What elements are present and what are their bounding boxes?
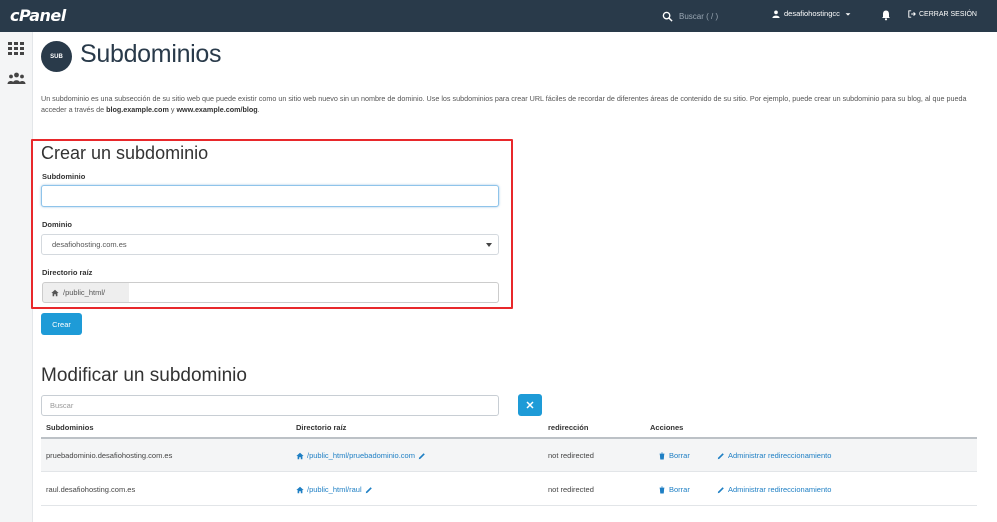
row-docroot-link[interactable]: /public_html/pruebadominio.com: [296, 451, 426, 460]
pencil-icon: [365, 486, 372, 493]
bell-icon[interactable]: [880, 9, 892, 21]
pencil-icon: [717, 486, 724, 493]
cpanel-logo[interactable]: cPanel: [10, 6, 66, 25]
manage-redirect-label: Administrar redireccionamiento: [728, 451, 832, 460]
manage-redirect-link[interactable]: Administrar redireccionamiento: [717, 485, 831, 494]
table-row: [41, 473, 977, 506]
intro-example-2: www.example.com/blog: [176, 105, 258, 114]
search-icon: [662, 11, 673, 22]
user-icon: [772, 10, 780, 18]
global-search[interactable]: [654, 4, 752, 28]
logout-link[interactable]: CERRAR SESIÓN: [908, 10, 977, 18]
intro-end: .: [257, 105, 260, 114]
top-bar: cPanel desafiohostingcc CERRAR SESIÓN: [0, 0, 997, 32]
row-docroot-link[interactable]: /public_html/raul: [296, 485, 373, 494]
col-header-actions: Acciones: [650, 423, 684, 432]
users-icon[interactable]: [7, 70, 26, 86]
row-subdomain: raul.desafiohosting.com.es: [46, 485, 136, 494]
docroot-input[interactable]: [129, 282, 499, 303]
clear-search-button[interactable]: [518, 394, 542, 416]
domain-label: Dominio: [42, 220, 72, 229]
caret-down-icon: [845, 12, 851, 16]
col-header-subdomain[interactable]: Subdominios: [46, 423, 94, 432]
page-description: Un subdominio es una subsección de su si…: [41, 93, 976, 115]
home-icon: [296, 486, 304, 493]
docroot-label: Directorio raíz: [42, 268, 93, 277]
delete-label: Borrar: [669, 451, 690, 460]
subdomain-input[interactable]: [41, 185, 499, 207]
chevron-down-icon: [486, 243, 492, 247]
create-subdomain-heading: Crear un subdominio: [41, 143, 209, 163]
col-header-redirect[interactable]: redirección: [548, 423, 588, 432]
subdomain-label: Subdominio: [42, 172, 86, 181]
col-header-docroot[interactable]: Directorio raíz: [296, 423, 346, 432]
home-icon: [51, 289, 59, 296]
trash-icon: [659, 486, 665, 494]
pencil-icon: [418, 452, 425, 459]
domain-selected-value: desafiohosting.com.es: [52, 240, 127, 249]
logout-icon: [908, 10, 916, 18]
docroot-prefix: /public_html/: [42, 282, 130, 303]
trash-icon: [659, 452, 665, 460]
global-search-input[interactable]: [679, 11, 749, 21]
docroot-prefix-text: /public_html/: [63, 288, 106, 297]
manage-redirect-link[interactable]: Administrar redireccionamiento: [717, 451, 831, 460]
manage-redirect-label: Administrar redireccionamiento: [728, 485, 832, 494]
row-docroot: /public_html/raul: [307, 485, 362, 494]
row-redirect: not redirected: [548, 485, 594, 494]
row-redirect: not redirected: [548, 451, 594, 460]
side-nav: [0, 32, 33, 522]
domain-select[interactable]: desafiohosting.com.es: [41, 234, 499, 255]
logout-label: CERRAR SESIÓN: [919, 10, 977, 18]
home-icon: [296, 452, 304, 459]
row-docroot: /public_html/pruebadominio.com: [307, 451, 415, 460]
page-title: Subdominios: [80, 40, 222, 68]
delete-link[interactable]: Borrar: [658, 451, 690, 460]
user-menu[interactable]: desafiohostingcc: [772, 9, 852, 18]
grid-icon[interactable]: [7, 40, 26, 56]
username: desafiohostingcc: [784, 9, 840, 18]
modify-subdomain-heading: Modificar un subdominio: [41, 365, 247, 386]
pencil-icon: [717, 452, 724, 459]
table-row: [41, 439, 977, 472]
row-subdomain: pruebadominio.desafiohosting.com.es: [46, 451, 173, 460]
intro-example-1: blog.example.com: [106, 105, 169, 114]
create-button[interactable]: Crear: [41, 313, 82, 335]
delete-link[interactable]: Borrar: [658, 485, 690, 494]
subdomains-page-icon: SUB: [41, 41, 72, 72]
modify-search-input[interactable]: Buscar: [41, 395, 499, 416]
delete-label: Borrar: [669, 485, 690, 494]
close-icon: [526, 401, 534, 409]
